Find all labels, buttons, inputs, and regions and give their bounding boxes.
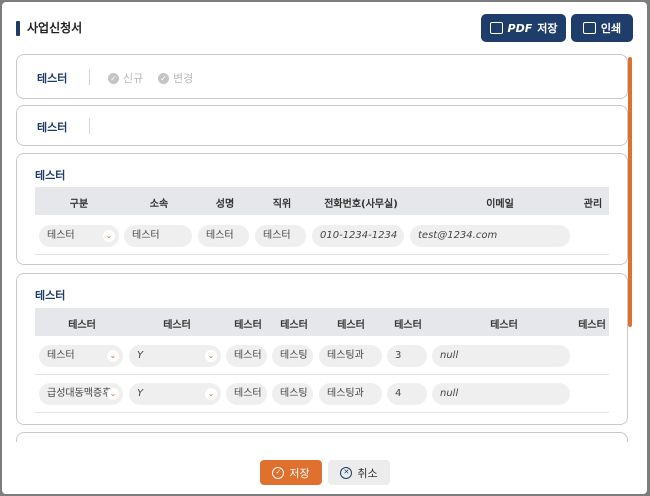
email-input[interactable]: test@1234.com	[410, 225, 570, 247]
org-input[interactable]: 테스터	[124, 225, 192, 247]
name-input[interactable]: 테스터	[198, 225, 249, 247]
info-label: 테스터	[37, 121, 68, 134]
department-input[interactable]: 테스팅과	[319, 383, 382, 405]
table-row: 급성대동맥증후 ⌄ Y ⌄ 테스터 테스팅 테스팅과 4 null	[35, 375, 609, 413]
table-row: 테스터 ⌄ Y ⌄ 테스터 테스팅 테스팅과 3 null	[35, 337, 609, 375]
title-accent-bar	[16, 21, 20, 36]
position-input[interactable]: 테스터	[255, 225, 306, 247]
col-header: 테스터	[234, 320, 262, 331]
flag-value: Y	[137, 350, 144, 361]
print-button[interactable]: 인쇄	[571, 14, 633, 42]
option-change-label: 변경	[173, 72, 194, 85]
page-title: 사업신청서	[27, 21, 83, 35]
col-header: 테스터	[337, 320, 365, 331]
flag-select[interactable]: Y ⌄	[129, 383, 221, 405]
number-input[interactable]: 3	[387, 345, 427, 367]
field-input[interactable]: 테스팅	[272, 383, 313, 405]
type-select[interactable]: 테스터 ⌄	[39, 225, 119, 247]
col-header: 성명	[215, 199, 235, 210]
option-new-label: 신규	[123, 72, 144, 85]
field-input[interactable]: 테스터	[226, 345, 267, 367]
pdf-save-label: 저장	[537, 22, 558, 35]
field-input[interactable]: 테스터	[226, 383, 267, 405]
form-scroll-area[interactable]: 테스터 ✓ 신규 ✓ 변경 테스터 테스터 구분 소속 성명 직위 전화번호(사…	[2, 52, 647, 442]
application-modal: 사업신청서 PDF 저장 인쇄 테스터 ✓ 신규 ✓ 변경 테스터 테스터 구분…	[2, 2, 647, 494]
value-input[interactable]: null	[432, 383, 570, 405]
col-header: 전화번호(사무실)	[324, 199, 398, 210]
check-circle-icon: ✓	[158, 72, 169, 84]
divider	[89, 69, 90, 85]
category-value: 급성대동맥증후	[47, 388, 112, 399]
close-circle-icon: ✕	[340, 466, 353, 479]
col-header: 테스터	[490, 320, 518, 331]
category-select[interactable]: 급성대동맥증후 ⌄	[39, 383, 123, 405]
col-header: 구분	[69, 199, 89, 210]
print-label: 인쇄	[600, 22, 622, 35]
contact-card: 테스터 구분 소속 성명 직위 전화번호(사무실) 이메일 관리 테스터 ⌄ 테…	[16, 153, 628, 265]
col-header: 테스터	[68, 320, 96, 331]
chevron-down-icon: ⌄	[205, 388, 217, 400]
detail-card: 테스터 테스터 테스터 테스터 테스터 테스터 테스터 테스터 테스터 테스터 …	[16, 273, 628, 425]
category-value: 테스터	[47, 350, 75, 361]
check-circle-icon: ✓	[272, 466, 285, 479]
col-header: 테스터	[578, 320, 606, 331]
save-button[interactable]: ✓ 저장	[260, 460, 322, 485]
contact-table-header: 구분 소속 성명 직위 전화번호(사무실) 이메일 관리	[35, 187, 609, 215]
modal-footer: ✓ 저장 ✕ 취소	[2, 442, 647, 494]
flag-select[interactable]: Y ⌄	[129, 345, 221, 367]
cancel-button[interactable]: ✕ 취소	[328, 460, 390, 485]
phone-input[interactable]: 010-1234-1234	[312, 225, 404, 247]
download-icon	[489, 22, 503, 34]
col-header: 테스터	[394, 320, 422, 331]
chevron-down-icon: ⌄	[107, 350, 119, 362]
cancel-label: 취소	[357, 466, 378, 480]
detail-table-header: 테스터 테스터 테스터 테스터 테스터 테스터 테스터 테스터	[35, 308, 609, 336]
col-header: 이메일	[486, 199, 514, 210]
info-card: 테스터	[16, 105, 628, 146]
option-change[interactable]: ✓ 변경	[158, 70, 193, 86]
field-input[interactable]: 테스팅	[272, 345, 313, 367]
contact-section-label: 테스터	[35, 169, 66, 182]
modal-header: 사업신청서 PDF 저장 인쇄	[2, 2, 647, 52]
check-circle-icon: ✓	[108, 72, 119, 84]
chevron-down-icon: ⌄	[107, 388, 119, 400]
col-header: 테스터	[163, 320, 191, 331]
chevron-down-icon: ⌄	[205, 350, 217, 362]
scrollbar-thumb[interactable]	[628, 57, 632, 327]
pdf-prefix: PDF	[507, 21, 533, 35]
next-card	[16, 432, 628, 442]
detail-section-label: 테스터	[35, 289, 66, 302]
chevron-down-icon: ⌄	[103, 230, 115, 242]
flag-value: Y	[137, 388, 144, 399]
number-input[interactable]: 4	[387, 383, 427, 405]
category-select[interactable]: 테스터 ⌄	[39, 345, 123, 367]
col-header: 소속	[149, 199, 169, 210]
save-label: 저장	[289, 466, 310, 480]
col-header: 관리	[583, 199, 603, 210]
application-type-card: 테스터 ✓ 신규 ✓ 변경	[16, 54, 628, 99]
col-header: 직위	[272, 199, 292, 210]
table-row: 테스터 ⌄ 테스터 테스터 테스터 010-1234-1234 test@123…	[35, 217, 609, 255]
application-type-label: 테스터	[37, 72, 68, 85]
department-input[interactable]: 테스팅과	[319, 345, 382, 367]
type-value: 테스터	[47, 230, 75, 241]
divider	[89, 118, 90, 134]
printer-icon	[582, 22, 596, 34]
col-header: 테스터	[280, 320, 308, 331]
option-new[interactable]: ✓ 신규	[108, 70, 143, 86]
pdf-save-button[interactable]: PDF 저장	[481, 14, 566, 42]
value-input[interactable]: null	[432, 345, 570, 367]
